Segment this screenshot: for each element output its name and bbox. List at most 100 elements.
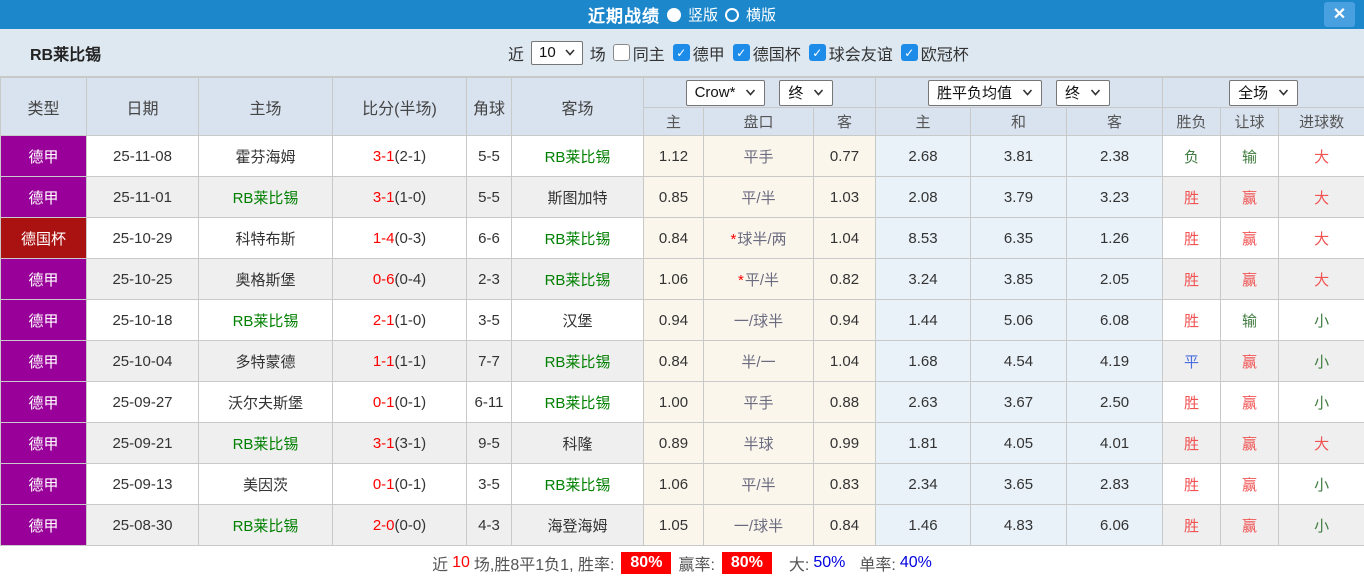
home-team-cell: 沃尔夫斯堡 [198, 381, 333, 423]
result-handicap-cell: 赢 [1220, 217, 1280, 259]
handicap-line-cell: 平手 [703, 135, 814, 177]
vertical-layout-label[interactable]: 竖版 [688, 4, 718, 25]
avg-draw-odds-cell: 4.83 [970, 504, 1068, 546]
horizontal-layout-label[interactable]: 横版 [746, 4, 776, 25]
result-wdl-cell: 胜 [1162, 504, 1222, 546]
avg-draw-odds-cell: 5.06 [970, 299, 1068, 341]
checkbox-champions-league[interactable]: ✓ [900, 44, 918, 61]
result-handicap-cell: 赢 [1220, 463, 1280, 505]
handicap-odds-group-header: Crow* 终 [642, 77, 877, 108]
col-header-date: 日期 [86, 77, 199, 136]
result-group-header: 全场 [1162, 77, 1364, 108]
score-cell: 2-0(0-0) [332, 504, 467, 546]
result-handicap-cell: 赢 [1220, 504, 1280, 546]
handicap-line-cell: 平手 [703, 381, 814, 423]
checkbox-same-home[interactable] [612, 44, 630, 61]
date-cell: 25-11-01 [86, 176, 199, 218]
checkbox-bundesliga[interactable]: ✓ [672, 44, 690, 61]
col-header-away: 客场 [511, 77, 644, 136]
horizontal-layout-radio[interactable] [725, 7, 739, 22]
handicap-home-odds-cell: 1.06 [643, 258, 704, 300]
result-wdl-cell: 胜 [1162, 463, 1222, 505]
sub-header-wdl: 胜负 [1162, 107, 1222, 136]
checkbox-label-dfb-pokal: 德国杯 [752, 46, 801, 64]
handicap-home-odds-cell: 0.84 [643, 217, 704, 259]
avg-lose-odds-cell: 1.26 [1066, 217, 1164, 259]
chevron-down-icon [814, 89, 824, 96]
handicap-away-odds-cell: 0.88 [812, 381, 877, 423]
checkbox-label-club-friendly: 球会友谊 [828, 46, 893, 64]
checkbox-club-friendly[interactable]: ✓ [808, 44, 826, 61]
avg-win-odds-cell: 3.24 [875, 258, 972, 300]
avg-lose-odds-cell: 4.19 [1066, 340, 1164, 382]
handicap-line-cell: 平/半 [703, 176, 814, 218]
odds-company-select[interactable]: Crow* [685, 79, 766, 106]
handicap-home-odds-cell: 1.00 [643, 381, 704, 423]
result-goals-cell: 小 [1278, 463, 1364, 505]
score-cell: 1-4(0-3) [332, 217, 467, 259]
result-goals-cell: 小 [1278, 299, 1364, 341]
result-handicap-cell: 赢 [1220, 258, 1280, 300]
handicap-away-odds-cell: 0.82 [812, 258, 877, 300]
sub-header-handicap-result: 让球 [1220, 107, 1280, 136]
handicap-away-odds-cell: 1.04 [812, 217, 877, 259]
single-rate-label: 单率: [859, 556, 896, 574]
league-cell: 德甲 [0, 422, 87, 464]
date-cell: 25-09-13 [86, 463, 199, 505]
big-rate-value: 50% [813, 553, 846, 571]
close-icon[interactable]: ✕ [1324, 2, 1355, 27]
away-team-cell: 海登海姆 [511, 504, 644, 546]
table-row: 德甲 25-10-18 RB莱比锡 2-1(1-0) 3-5 汉堡 0.94 一/球半 0.94… [0, 299, 1364, 341]
avg-lose-odds-cell: 2.50 [1066, 381, 1164, 423]
ying-rate-label: 赢率: [678, 556, 715, 574]
odds-stage-select[interactable]: 终 [779, 79, 834, 106]
handicap-line-cell: *球半/两 [703, 217, 814, 259]
handicap-away-odds-cell: 0.84 [812, 504, 877, 546]
table-row: 德甲 25-11-08 霍芬海姆 3-1(2-1) 5-5 RB莱比锡 1.12 平手 0.77… [0, 135, 1364, 177]
away-team-cell: 汉堡 [511, 299, 644, 341]
avg-win-odds-cell: 1.44 [875, 299, 972, 341]
result-goals-cell: 大 [1278, 258, 1364, 300]
avg-lose-odds-cell: 4.01 [1066, 422, 1164, 464]
result-handicap-cell: 赢 [1220, 381, 1280, 423]
date-cell: 25-09-27 [86, 381, 199, 423]
avg-lose-odds-cell: 2.83 [1066, 463, 1164, 505]
title-bar: 近期战绩 竖版 横版 ✕ [0, 0, 1364, 29]
away-team-cell: RB莱比锡 [511, 258, 644, 300]
match-count-select[interactable]: 10 [531, 40, 583, 65]
score-cell: 0-6(0-4) [332, 258, 467, 300]
corners-cell: 5-5 [466, 135, 512, 177]
league-cell: 德甲 [0, 504, 87, 546]
recent-results-panel: 近期战绩 竖版 横版 ✕ RB莱比锡 近 10 场 同主 ✓ 德甲 ✓ 德国杯 ✓ 球会友谊… [0, 0, 1364, 578]
avg-draw-odds-cell: 3.85 [970, 258, 1068, 300]
league-cell: 德甲 [0, 176, 87, 218]
matches-unit-label: 场 [589, 46, 606, 64]
avg-stage-select[interactable]: 终 [1056, 79, 1111, 106]
ying-rate-badge: 80% [721, 551, 772, 574]
corners-cell: 9-5 [466, 422, 512, 464]
near-label: 近 [508, 46, 525, 64]
result-handicap-cell: 赢 [1220, 340, 1280, 382]
avg-odds-select[interactable]: 胜平负均值 [928, 79, 1043, 106]
checkbox-dfb-pokal[interactable]: ✓ [732, 44, 750, 61]
results-tbody: 德甲 25-11-08 霍芬海姆 3-1(2-1) 5-5 RB莱比锡 1.12 平手 0.77… [0, 135, 1364, 546]
away-team-cell: RB莱比锡 [511, 217, 644, 259]
handicap-home-odds-cell: 1.05 [643, 504, 704, 546]
avg-draw-odds-cell: 4.54 [970, 340, 1068, 382]
vertical-layout-radio[interactable] [666, 7, 681, 22]
result-wdl-cell: 胜 [1162, 217, 1222, 259]
handicap-home-odds-cell: 1.12 [643, 135, 704, 177]
chevron-down-icon [565, 49, 575, 56]
home-team-cell: RB莱比锡 [198, 504, 333, 546]
handicap-line-cell: 半球 [703, 422, 814, 464]
summary-bar: 近 10 场,胜8平1负1, 胜率: 80% 赢率: 80% 大: 50% 单率: 40… [0, 546, 1364, 578]
score-cell: 1-1(1-1) [332, 340, 467, 382]
corners-cell: 2-3 [466, 258, 512, 300]
fulltime-select[interactable]: 全场 [1229, 79, 1299, 106]
avg-draw-odds-cell: 3.81 [970, 135, 1068, 177]
corners-cell: 3-5 [466, 299, 512, 341]
away-team-cell: RB莱比锡 [511, 463, 644, 505]
result-handicap-cell: 赢 [1220, 176, 1280, 218]
avg-win-odds-cell: 1.68 [875, 340, 972, 382]
corners-cell: 6-6 [466, 217, 512, 259]
